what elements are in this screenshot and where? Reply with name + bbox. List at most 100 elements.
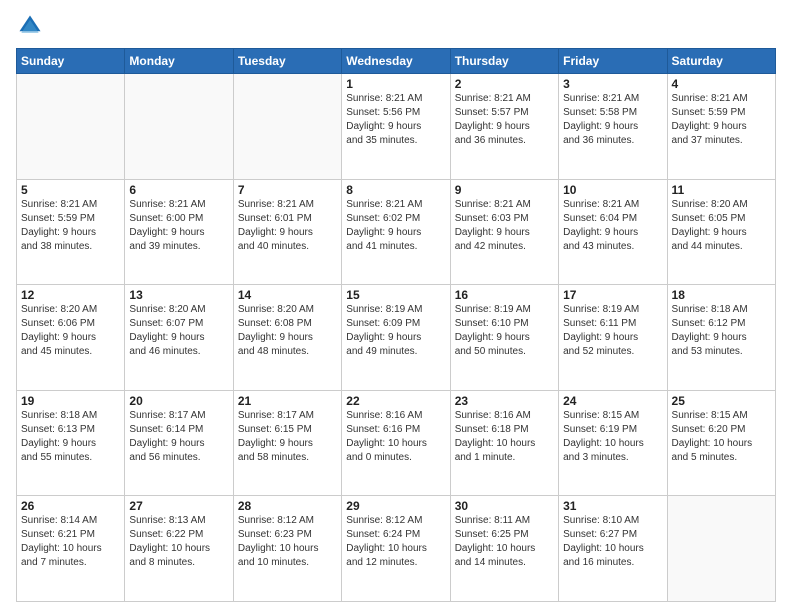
day-info: Sunrise: 8:16 AM Sunset: 6:16 PM Dayligh…: [346, 409, 445, 465]
day-number: 28: [238, 499, 337, 513]
calendar-cell: 31Sunrise: 8:10 AM Sunset: 6:27 PM Dayli…: [559, 496, 667, 602]
day-number: 19: [21, 394, 120, 408]
day-number: 14: [238, 288, 337, 302]
calendar-cell: 13Sunrise: 8:20 AM Sunset: 6:07 PM Dayli…: [125, 285, 233, 391]
day-info: Sunrise: 8:19 AM Sunset: 6:11 PM Dayligh…: [563, 303, 662, 359]
day-number: 17: [563, 288, 662, 302]
day-info: Sunrise: 8:21 AM Sunset: 5:56 PM Dayligh…: [346, 92, 445, 148]
day-number: 27: [129, 499, 228, 513]
week-row-3: 12Sunrise: 8:20 AM Sunset: 6:06 PM Dayli…: [17, 285, 776, 391]
weekday-header-sunday: Sunday: [17, 49, 125, 74]
calendar-cell: 11Sunrise: 8:20 AM Sunset: 6:05 PM Dayli…: [667, 179, 775, 285]
calendar-cell: 25Sunrise: 8:15 AM Sunset: 6:20 PM Dayli…: [667, 390, 775, 496]
calendar-cell: 2Sunrise: 8:21 AM Sunset: 5:57 PM Daylig…: [450, 74, 558, 180]
day-info: Sunrise: 8:18 AM Sunset: 6:12 PM Dayligh…: [672, 303, 771, 359]
calendar-cell: 22Sunrise: 8:16 AM Sunset: 6:16 PM Dayli…: [342, 390, 450, 496]
calendar-cell: [17, 74, 125, 180]
weekday-header-tuesday: Tuesday: [233, 49, 341, 74]
calendar-cell: 14Sunrise: 8:20 AM Sunset: 6:08 PM Dayli…: [233, 285, 341, 391]
calendar-cell: 3Sunrise: 8:21 AM Sunset: 5:58 PM Daylig…: [559, 74, 667, 180]
day-number: 3: [563, 77, 662, 91]
calendar-cell: 19Sunrise: 8:18 AM Sunset: 6:13 PM Dayli…: [17, 390, 125, 496]
calendar-cell: 28Sunrise: 8:12 AM Sunset: 6:23 PM Dayli…: [233, 496, 341, 602]
day-number: 10: [563, 183, 662, 197]
day-info: Sunrise: 8:14 AM Sunset: 6:21 PM Dayligh…: [21, 514, 120, 570]
day-info: Sunrise: 8:21 AM Sunset: 5:59 PM Dayligh…: [672, 92, 771, 148]
day-number: 30: [455, 499, 554, 513]
calendar-cell: 5Sunrise: 8:21 AM Sunset: 5:59 PM Daylig…: [17, 179, 125, 285]
day-info: Sunrise: 8:10 AM Sunset: 6:27 PM Dayligh…: [563, 514, 662, 570]
day-number: 6: [129, 183, 228, 197]
week-row-1: 1Sunrise: 8:21 AM Sunset: 5:56 PM Daylig…: [17, 74, 776, 180]
calendar-cell: 21Sunrise: 8:17 AM Sunset: 6:15 PM Dayli…: [233, 390, 341, 496]
day-info: Sunrise: 8:20 AM Sunset: 6:06 PM Dayligh…: [21, 303, 120, 359]
weekday-header-row: SundayMondayTuesdayWednesdayThursdayFrid…: [17, 49, 776, 74]
page-header: [16, 12, 776, 40]
day-number: 24: [563, 394, 662, 408]
day-info: Sunrise: 8:21 AM Sunset: 6:01 PM Dayligh…: [238, 198, 337, 254]
day-info: Sunrise: 8:21 AM Sunset: 6:03 PM Dayligh…: [455, 198, 554, 254]
weekday-header-wednesday: Wednesday: [342, 49, 450, 74]
day-info: Sunrise: 8:13 AM Sunset: 6:22 PM Dayligh…: [129, 514, 228, 570]
day-number: 16: [455, 288, 554, 302]
day-number: 31: [563, 499, 662, 513]
day-number: 21: [238, 394, 337, 408]
week-row-5: 26Sunrise: 8:14 AM Sunset: 6:21 PM Dayli…: [17, 496, 776, 602]
calendar-cell: [125, 74, 233, 180]
weekday-header-monday: Monday: [125, 49, 233, 74]
day-number: 4: [672, 77, 771, 91]
logo-icon: [16, 12, 44, 40]
calendar-cell: 18Sunrise: 8:18 AM Sunset: 6:12 PM Dayli…: [667, 285, 775, 391]
day-number: 8: [346, 183, 445, 197]
day-info: Sunrise: 8:17 AM Sunset: 6:15 PM Dayligh…: [238, 409, 337, 465]
day-info: Sunrise: 8:21 AM Sunset: 6:02 PM Dayligh…: [346, 198, 445, 254]
day-info: Sunrise: 8:20 AM Sunset: 6:05 PM Dayligh…: [672, 198, 771, 254]
calendar-cell: 8Sunrise: 8:21 AM Sunset: 6:02 PM Daylig…: [342, 179, 450, 285]
day-info: Sunrise: 8:15 AM Sunset: 6:19 PM Dayligh…: [563, 409, 662, 465]
calendar-cell: 17Sunrise: 8:19 AM Sunset: 6:11 PM Dayli…: [559, 285, 667, 391]
day-number: 5: [21, 183, 120, 197]
day-info: Sunrise: 8:21 AM Sunset: 5:59 PM Dayligh…: [21, 198, 120, 254]
day-number: 9: [455, 183, 554, 197]
calendar-cell: 15Sunrise: 8:19 AM Sunset: 6:09 PM Dayli…: [342, 285, 450, 391]
calendar-cell: 29Sunrise: 8:12 AM Sunset: 6:24 PM Dayli…: [342, 496, 450, 602]
day-number: 26: [21, 499, 120, 513]
calendar-table: SundayMondayTuesdayWednesdayThursdayFrid…: [16, 48, 776, 602]
day-info: Sunrise: 8:15 AM Sunset: 6:20 PM Dayligh…: [672, 409, 771, 465]
calendar-cell: 26Sunrise: 8:14 AM Sunset: 6:21 PM Dayli…: [17, 496, 125, 602]
calendar-cell: 27Sunrise: 8:13 AM Sunset: 6:22 PM Dayli…: [125, 496, 233, 602]
day-number: 2: [455, 77, 554, 91]
calendar-cell: 24Sunrise: 8:15 AM Sunset: 6:19 PM Dayli…: [559, 390, 667, 496]
day-info: Sunrise: 8:21 AM Sunset: 6:04 PM Dayligh…: [563, 198, 662, 254]
calendar-page: SundayMondayTuesdayWednesdayThursdayFrid…: [0, 0, 792, 612]
day-info: Sunrise: 8:21 AM Sunset: 6:00 PM Dayligh…: [129, 198, 228, 254]
day-info: Sunrise: 8:17 AM Sunset: 6:14 PM Dayligh…: [129, 409, 228, 465]
calendar-cell: [233, 74, 341, 180]
day-info: Sunrise: 8:20 AM Sunset: 6:07 PM Dayligh…: [129, 303, 228, 359]
calendar-cell: 20Sunrise: 8:17 AM Sunset: 6:14 PM Dayli…: [125, 390, 233, 496]
day-info: Sunrise: 8:19 AM Sunset: 6:10 PM Dayligh…: [455, 303, 554, 359]
calendar-cell: 9Sunrise: 8:21 AM Sunset: 6:03 PM Daylig…: [450, 179, 558, 285]
calendar-cell: 30Sunrise: 8:11 AM Sunset: 6:25 PM Dayli…: [450, 496, 558, 602]
calendar-cell: 16Sunrise: 8:19 AM Sunset: 6:10 PM Dayli…: [450, 285, 558, 391]
calendar-cell: [667, 496, 775, 602]
calendar-cell: 23Sunrise: 8:16 AM Sunset: 6:18 PM Dayli…: [450, 390, 558, 496]
day-number: 25: [672, 394, 771, 408]
day-info: Sunrise: 8:16 AM Sunset: 6:18 PM Dayligh…: [455, 409, 554, 465]
week-row-2: 5Sunrise: 8:21 AM Sunset: 5:59 PM Daylig…: [17, 179, 776, 285]
calendar-cell: 6Sunrise: 8:21 AM Sunset: 6:00 PM Daylig…: [125, 179, 233, 285]
day-number: 23: [455, 394, 554, 408]
calendar-cell: 1Sunrise: 8:21 AM Sunset: 5:56 PM Daylig…: [342, 74, 450, 180]
calendar-cell: 7Sunrise: 8:21 AM Sunset: 6:01 PM Daylig…: [233, 179, 341, 285]
weekday-header-friday: Friday: [559, 49, 667, 74]
day-info: Sunrise: 8:19 AM Sunset: 6:09 PM Dayligh…: [346, 303, 445, 359]
day-info: Sunrise: 8:18 AM Sunset: 6:13 PM Dayligh…: [21, 409, 120, 465]
day-info: Sunrise: 8:20 AM Sunset: 6:08 PM Dayligh…: [238, 303, 337, 359]
day-number: 15: [346, 288, 445, 302]
day-number: 1: [346, 77, 445, 91]
weekday-header-thursday: Thursday: [450, 49, 558, 74]
weekday-header-saturday: Saturday: [667, 49, 775, 74]
calendar-cell: 4Sunrise: 8:21 AM Sunset: 5:59 PM Daylig…: [667, 74, 775, 180]
day-info: Sunrise: 8:11 AM Sunset: 6:25 PM Dayligh…: [455, 514, 554, 570]
calendar-cell: 12Sunrise: 8:20 AM Sunset: 6:06 PM Dayli…: [17, 285, 125, 391]
